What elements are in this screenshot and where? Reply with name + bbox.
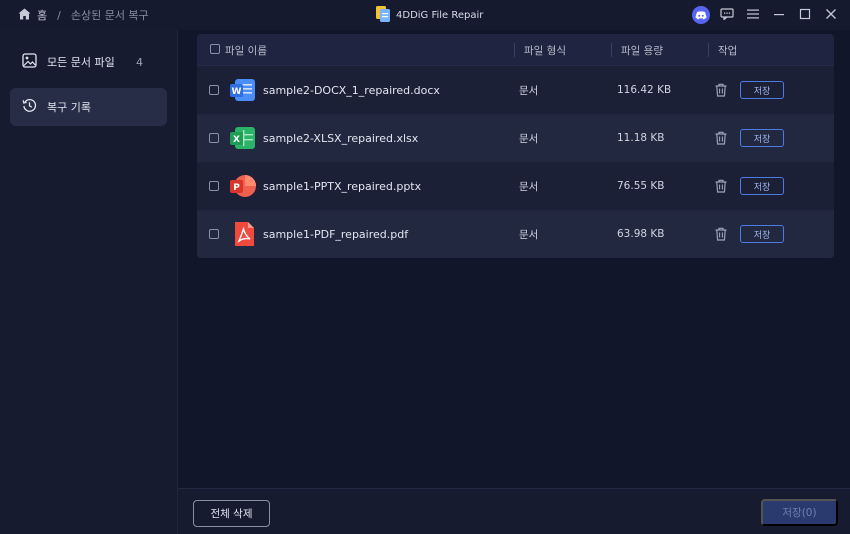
- table-row: X sample2-XLSX_repaired.xlsx 문서 11.18 KB…: [197, 114, 834, 162]
- file-name: sample2-XLSX_repaired.xlsx: [263, 131, 419, 145]
- sidebar-item-recovery-history[interactable]: 복구 기록: [10, 88, 167, 126]
- powerpoint-letter: P: [233, 183, 240, 193]
- breadcrumb-home[interactable]: 홈: [37, 7, 47, 23]
- column-divider: [708, 43, 709, 57]
- close-icon: [825, 8, 837, 23]
- file-size: 76.55 KB: [617, 180, 665, 192]
- table-header: 파일 이름 파일 형식 파일 용량 작업: [197, 34, 834, 66]
- close-button[interactable]: [820, 4, 842, 26]
- sidebar: 모든 문서 파일 4 복구 기록: [0, 30, 178, 534]
- file-name: sample1-PPTX_repaired.pptx: [263, 179, 422, 193]
- breadcrumb: 홈 / 손상된 문서 복구: [18, 0, 149, 30]
- table-row: sample1-PDF_repaired.pdf 문서 63.98 KB 저장: [197, 210, 834, 258]
- column-header-name: 파일 이름: [225, 45, 267, 57]
- file-size: 11.18 KB: [617, 132, 665, 144]
- history-icon: [22, 98, 37, 116]
- save-button[interactable]: 저장: [740, 225, 784, 243]
- file-type: 문서: [519, 228, 539, 241]
- file-type: 문서: [519, 84, 539, 97]
- app-title-text: 4DDiG File Repair: [396, 9, 484, 21]
- file-table: 파일 이름 파일 형식 파일 용량 작업 W sample2-DOCX_1_re…: [197, 34, 834, 258]
- minimize-icon: [773, 9, 785, 22]
- table-row: W sample2-DOCX_1_repaired.docx 문서 116.42…: [197, 66, 834, 114]
- word-icon: W: [229, 76, 257, 104]
- feedback-button[interactable]: [716, 4, 738, 26]
- trash-icon[interactable]: [713, 130, 729, 146]
- select-all-checkbox[interactable]: [210, 44, 220, 54]
- pdf-icon: [229, 220, 257, 248]
- menu-button[interactable]: [742, 4, 764, 26]
- column-divider: [611, 43, 612, 57]
- chat-icon: [720, 7, 734, 23]
- minimize-button[interactable]: [768, 4, 790, 26]
- table-row: P sample1-PPTX_repaired.pptx 문서 76.55 KB…: [197, 162, 834, 210]
- main-content: 파일 이름 파일 형식 파일 용량 작업 W sample2-DOCX_1_re…: [178, 30, 850, 488]
- discord-icon: [692, 6, 710, 24]
- breadcrumb-current: 손상된 문서 복구: [70, 9, 149, 22]
- save-button[interactable]: 저장: [740, 81, 784, 99]
- image-icon: [22, 53, 37, 71]
- maximize-icon: [799, 8, 811, 23]
- word-letter: W: [232, 87, 242, 97]
- title-bar: 홈 / 손상된 문서 복구 4DDiG File Repair: [0, 0, 850, 30]
- column-header-type: 파일 형식: [524, 45, 566, 57]
- home-icon[interactable]: [18, 8, 31, 23]
- powerpoint-icon: P: [229, 172, 257, 200]
- delete-all-button[interactable]: 전체 삭제: [193, 500, 270, 527]
- row-checkbox[interactable]: [209, 133, 219, 143]
- app-title: 4DDiG File Repair: [376, 0, 483, 30]
- column-divider: [514, 43, 515, 57]
- trash-icon[interactable]: [713, 178, 729, 194]
- row-checkbox[interactable]: [209, 181, 219, 191]
- excel-letter: X: [233, 135, 240, 145]
- maximize-button[interactable]: [794, 4, 816, 26]
- trash-icon[interactable]: [713, 226, 729, 242]
- breadcrumb-separator: /: [57, 8, 61, 22]
- column-header-action: 작업: [718, 45, 738, 57]
- discord-button[interactable]: [690, 4, 712, 26]
- file-size: 116.42 KB: [617, 84, 672, 96]
- footer-bar: 전체 삭제 저장(0): [178, 488, 850, 534]
- save-button[interactable]: 저장: [740, 177, 784, 195]
- excel-icon: X: [229, 124, 257, 152]
- file-type: 문서: [519, 180, 539, 193]
- sidebar-item-label: 모든 문서 파일: [47, 56, 115, 69]
- sidebar-item-label: 복구 기록: [47, 101, 91, 114]
- save-button[interactable]: 저장: [740, 129, 784, 147]
- app-logo-icon: [376, 5, 390, 25]
- sidebar-item-all-documents[interactable]: 모든 문서 파일 4: [10, 43, 167, 81]
- file-name: sample1-PDF_repaired.pdf: [263, 227, 409, 241]
- file-name: sample2-DOCX_1_repaired.docx: [263, 83, 440, 97]
- hamburger-icon: [747, 9, 759, 22]
- row-checkbox[interactable]: [209, 85, 219, 95]
- file-type: 문서: [519, 132, 539, 145]
- save-all-button[interactable]: 저장(0): [761, 499, 838, 526]
- column-header-size: 파일 용량: [621, 45, 663, 57]
- window-controls: [690, 0, 842, 30]
- file-size: 63.98 KB: [617, 228, 665, 240]
- sidebar-item-count: 4: [136, 55, 143, 69]
- trash-icon[interactable]: [713, 82, 729, 98]
- row-checkbox[interactable]: [209, 229, 219, 239]
